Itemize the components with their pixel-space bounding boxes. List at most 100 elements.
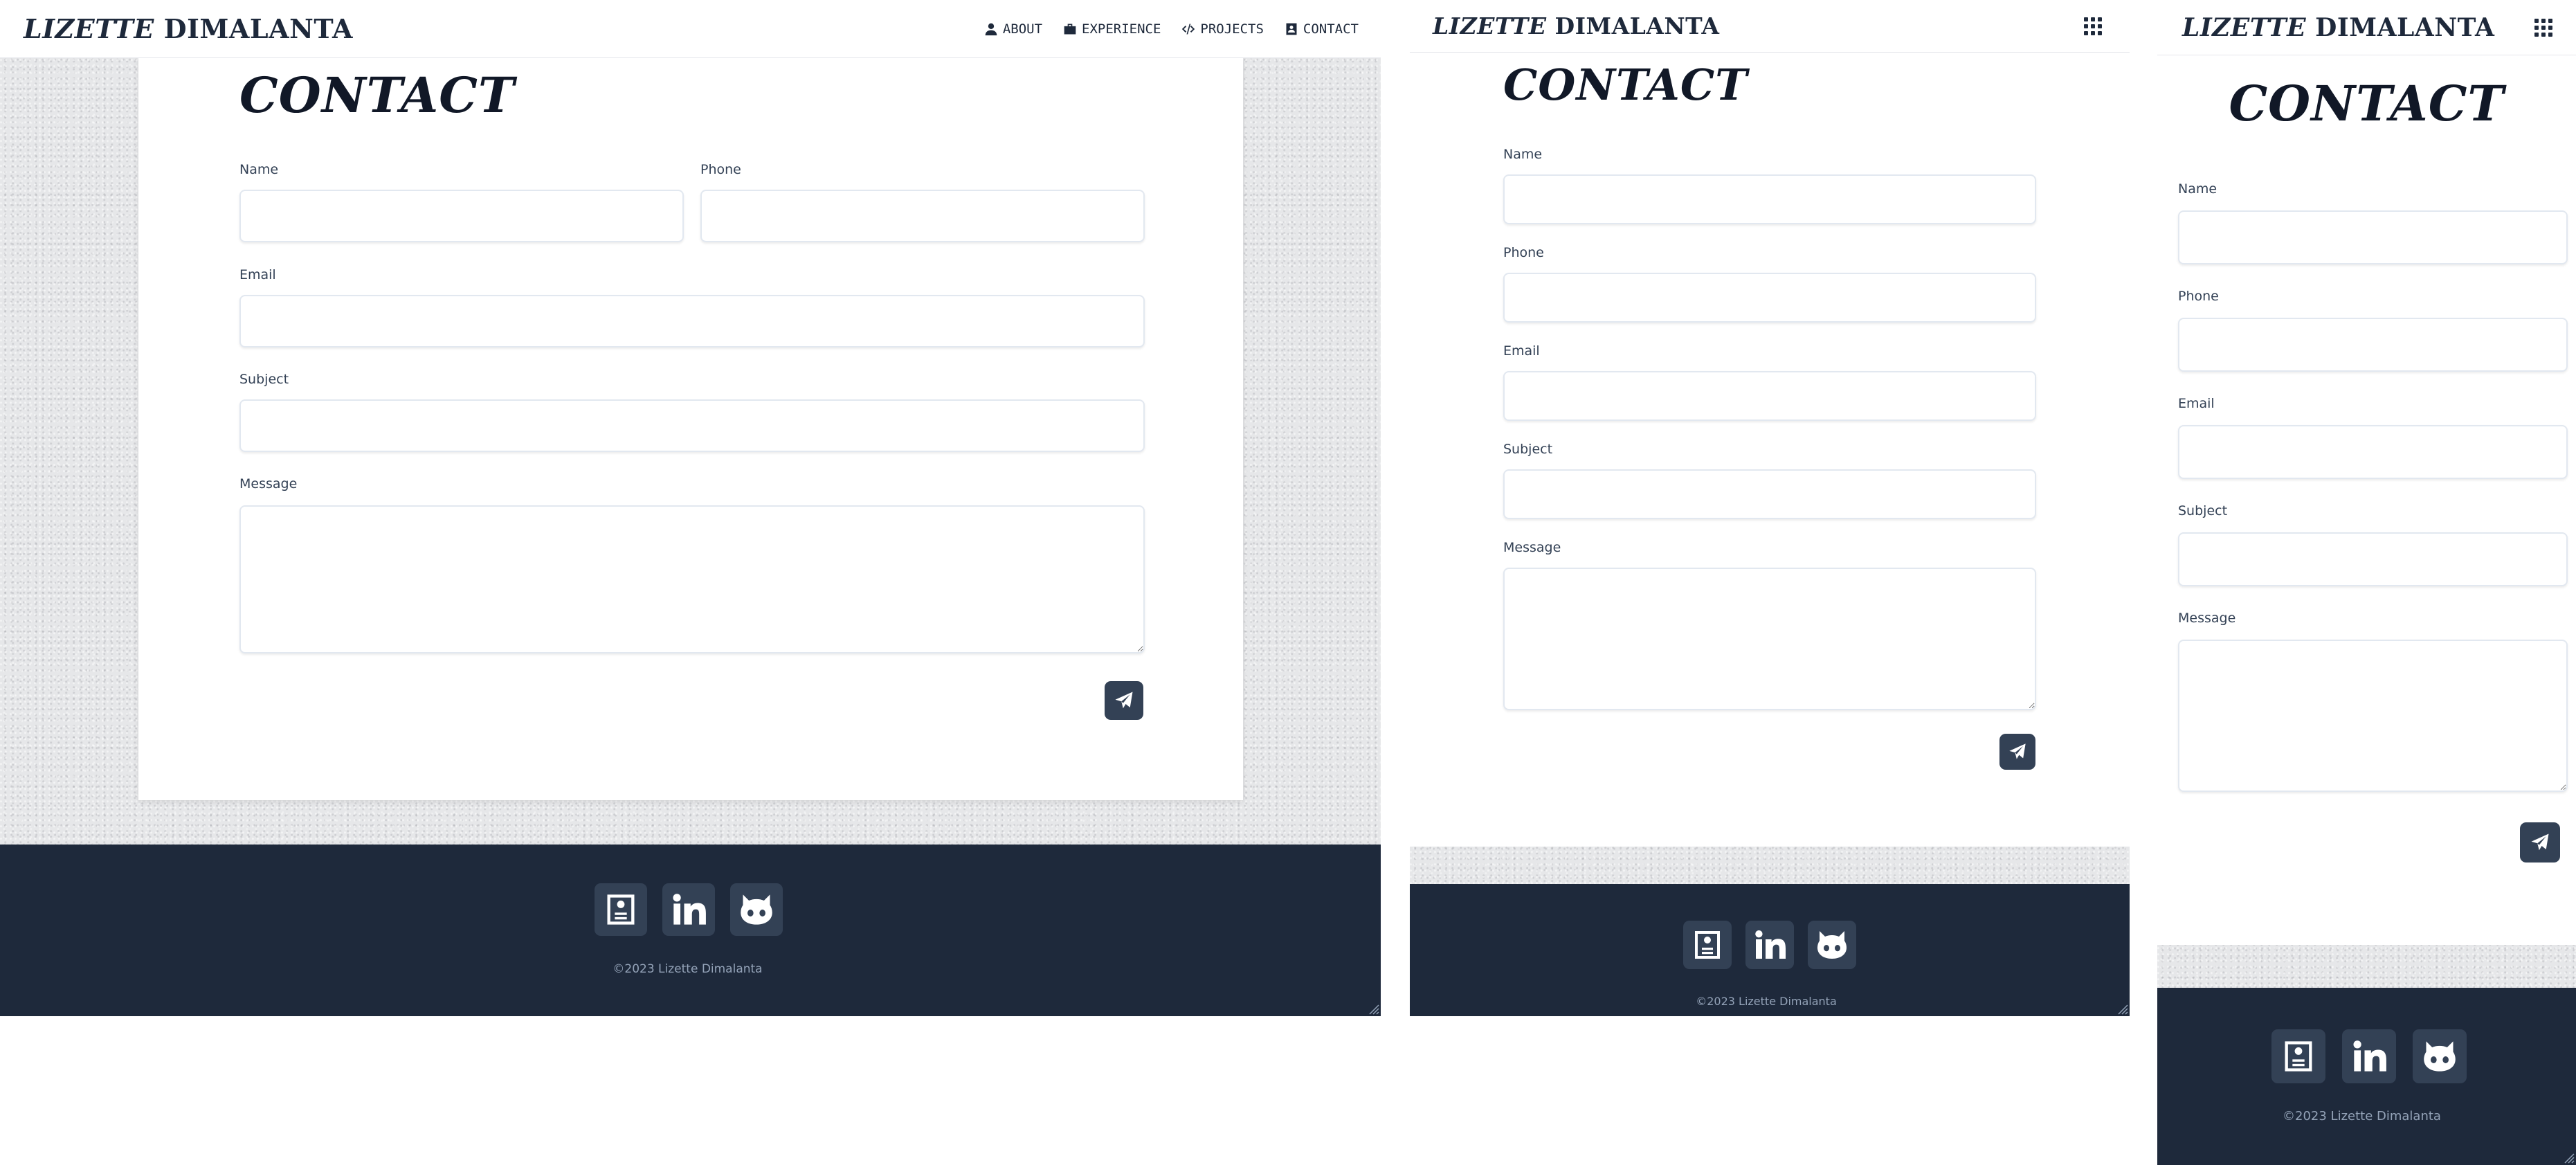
site-logo[interactable]: LIZETTE DIMALANTA (24, 13, 353, 44)
phone-field-group: Phone (1503, 245, 2036, 323)
nav-about-label: ABOUT (1002, 21, 1043, 37)
subject-input[interactable] (1503, 469, 2036, 519)
resume-link[interactable] (595, 883, 647, 936)
nav-links: ABOUT EXPERIENCE PROJECTS CONTACT (963, 21, 1359, 37)
phone-field-group: Phone (700, 162, 1145, 242)
subject-input[interactable] (239, 399, 1145, 452)
email-field-group: Email (1503, 343, 2036, 421)
mobile-view: LIZETTE DIMALANTA CONTACT Name Phone Ema… (2157, 0, 2576, 1165)
nav-projects[interactable]: PROJECTS (1181, 21, 1264, 37)
resize-handle-icon[interactable] (1367, 1002, 1379, 1015)
grid-menu-icon[interactable] (2084, 17, 2102, 35)
message-label: Message (1503, 540, 1561, 555)
message-label: Message (239, 476, 298, 491)
footer: ©2023 Lizette Dimalanta (1410, 884, 2130, 1016)
brand-last-name: DIMALANTA (1554, 12, 1720, 39)
send-button[interactable] (2520, 822, 2560, 863)
email-label: Email (239, 267, 276, 282)
email-label: Email (1503, 343, 1540, 359)
subject-label: Subject (1503, 442, 1553, 457)
message-label: Message (2178, 611, 2236, 626)
briefcase-icon (1063, 22, 1077, 36)
page-title: CONTACT (2229, 75, 2505, 132)
contact-card-icon (1285, 22, 1298, 36)
phone-field-group: Phone (2178, 289, 2568, 372)
subject-input[interactable] (2178, 532, 2568, 586)
email-input[interactable] (1503, 371, 2036, 421)
name-label: Name (2178, 181, 2217, 197)
page-title: CONTACT (1503, 60, 1748, 110)
resize-handle-icon[interactable] (2562, 1151, 2575, 1164)
brand-last-name: DIMALANTA (163, 13, 354, 44)
name-field-group: Name (239, 162, 684, 242)
github-link[interactable] (1808, 921, 1856, 969)
send-button[interactable] (1999, 734, 2035, 770)
paper-plane-icon (2008, 742, 2027, 761)
subject-label: Subject (239, 372, 289, 387)
brand-first-name: LIZETTE (2182, 12, 2307, 42)
phone-label: Phone (1503, 245, 1544, 260)
phone-input[interactable] (700, 190, 1145, 242)
email-field-group: Email (2178, 396, 2568, 479)
copyright-text: ©2023 Lizette Dimalanta (2283, 1109, 2441, 1123)
navbar: LIZETTE DIMALANTA ABOUT EXPERIENCE PROJE… (0, 0, 1381, 58)
message-textarea[interactable] (1503, 568, 2036, 710)
social-links (2271, 1029, 2467, 1083)
message-field-group: Message (239, 476, 1145, 653)
linkedin-icon (671, 892, 707, 928)
name-field-group: Name (1503, 147, 2036, 224)
resume-icon (603, 892, 639, 928)
grid-menu-icon[interactable] (2534, 18, 2552, 37)
brand-first-name: LIZETTE (24, 13, 154, 44)
navbar: LIZETTE DIMALANTA (2157, 0, 2576, 55)
name-input[interactable] (1503, 174, 2036, 224)
phone-input[interactable] (2178, 318, 2568, 372)
send-button[interactable] (1105, 681, 1143, 720)
message-textarea[interactable] (2178, 640, 2568, 792)
github-icon (2422, 1038, 2458, 1074)
paper-plane-icon (2530, 832, 2550, 853)
contact-card: CONTACT Name Phone Email Subject Message (138, 58, 1243, 800)
github-link[interactable] (2413, 1029, 2467, 1083)
message-field-group: Message (1503, 540, 2036, 710)
email-label: Email (2178, 396, 2215, 411)
resize-handle-icon[interactable] (2116, 1002, 2128, 1015)
resume-link[interactable] (2271, 1029, 2325, 1083)
phone-label: Phone (700, 162, 741, 177)
linkedin-icon (2351, 1038, 2387, 1074)
contact-card: CONTACT Name Phone Email Subject Message (1410, 53, 2130, 847)
linkedin-link[interactable] (1745, 921, 1794, 969)
nav-about[interactable]: ABOUT (984, 21, 1042, 37)
footer: ©2023 Lizette Dimalanta (0, 845, 1381, 1016)
copyright-text: ©2023 Lizette Dimalanta (1696, 995, 1837, 1008)
code-icon (1181, 22, 1195, 36)
github-link[interactable] (730, 883, 783, 936)
name-input[interactable] (239, 190, 684, 242)
email-input[interactable] (239, 295, 1145, 347)
linkedin-link[interactable] (662, 883, 715, 936)
linkedin-link[interactable] (2342, 1029, 2396, 1083)
email-input[interactable] (2178, 425, 2568, 479)
resume-link[interactable] (1683, 921, 1732, 969)
name-input[interactable] (2178, 210, 2568, 264)
site-logo[interactable]: LIZETTE DIMALANTA (2182, 13, 2494, 42)
message-field-group: Message (2178, 611, 2568, 792)
page-title: CONTACT (239, 66, 516, 124)
nav-experience-label: EXPERIENCE (1082, 21, 1161, 37)
social-links (595, 883, 783, 936)
desktop-view: LIZETTE DIMALANTA ABOUT EXPERIENCE PROJE… (0, 0, 1381, 1016)
site-logo[interactable]: LIZETTE DIMALANTA (1433, 12, 1720, 39)
linkedin-icon (1753, 928, 1786, 961)
resume-icon (2280, 1038, 2316, 1074)
email-field-group: Email (239, 267, 1145, 347)
name-label: Name (1503, 147, 1543, 162)
nav-experience[interactable]: EXPERIENCE (1063, 21, 1161, 37)
message-textarea[interactable] (239, 505, 1145, 653)
subject-field-group: Subject (1503, 442, 2036, 519)
name-field-group: Name (2178, 181, 2568, 264)
nav-contact[interactable]: CONTACT (1285, 21, 1359, 37)
nav-projects-label: PROJECTS (1200, 21, 1264, 37)
name-label: Name (239, 162, 279, 177)
phone-input[interactable] (1503, 273, 2036, 323)
paper-plane-icon (1114, 690, 1134, 711)
